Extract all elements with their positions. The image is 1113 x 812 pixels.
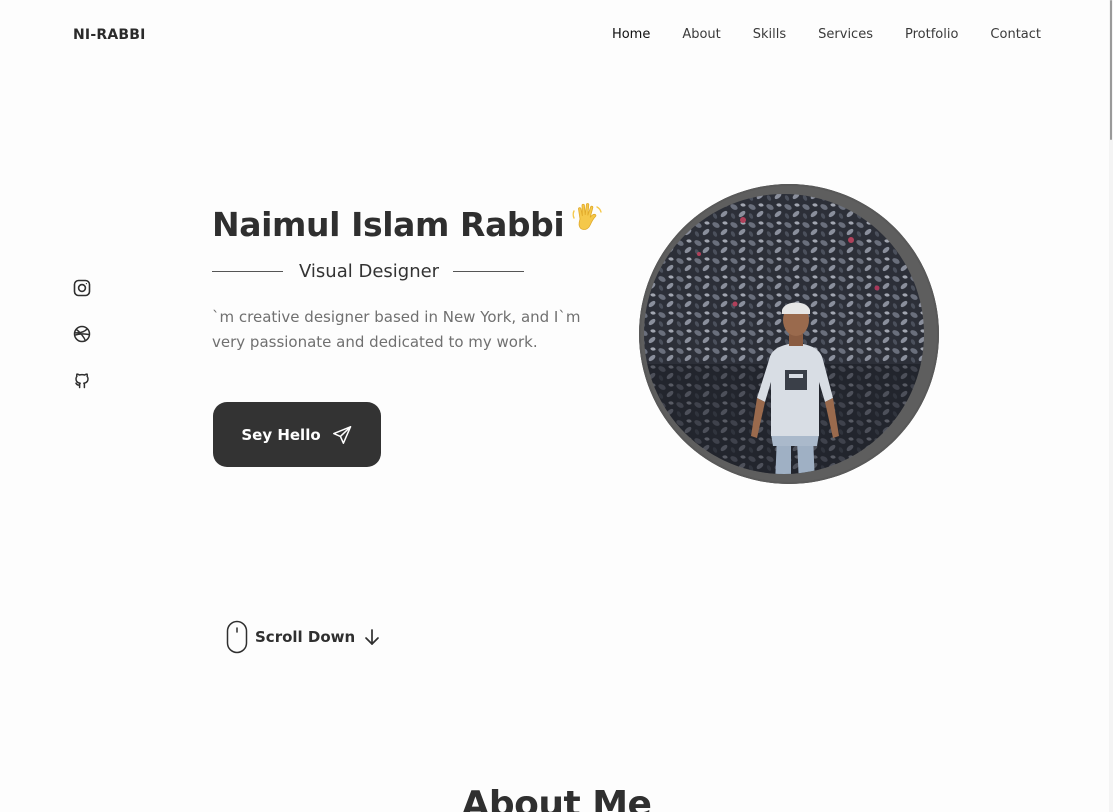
nav-home[interactable]: Home (612, 27, 650, 42)
say-hello-button[interactable]: Sey Hello (213, 402, 381, 467)
scroll-down-label: Scroll Down (255, 628, 356, 646)
main-nav: Home About Skills Services Protfolio Con… (612, 27, 1041, 42)
dribbble-icon[interactable] (72, 324, 92, 344)
about-section-title: About Me (461, 784, 652, 812)
subtitle-row: Visual Designer (212, 261, 525, 282)
scroll-down-link[interactable]: Scroll Down (226, 620, 382, 654)
site-header: NI-RABBI Home About Skills Services Prot… (0, 0, 1113, 72)
nav-services[interactable]: Services (818, 27, 873, 42)
scrollbar[interactable] (1109, 0, 1113, 812)
nav-about[interactable]: About (682, 27, 720, 42)
divider (453, 271, 525, 272)
nav-portfolio[interactable]: Protfolio (905, 27, 958, 42)
nav-skills[interactable]: Skills (753, 27, 786, 42)
page: NI-RABBI Home About Skills Services Prot… (0, 0, 1113, 812)
waving-hand-icon (570, 199, 608, 237)
divider (212, 271, 283, 272)
arrow-down-icon (362, 627, 382, 647)
social-links (72, 278, 92, 390)
avatar (639, 184, 939, 484)
say-hello-label: Sey Hello (241, 425, 321, 444)
hero-description: `m creative designer based in New York, … (212, 308, 581, 351)
hero-name: Naimul Islam Rabbi (212, 205, 565, 244)
send-icon (331, 424, 353, 446)
instagram-icon[interactable] (72, 278, 92, 298)
mouse-icon (226, 620, 248, 654)
nav-contact[interactable]: Contact (990, 27, 1041, 42)
hero-title: Naimul Islam Rabbi (212, 202, 608, 244)
logo[interactable]: NI-RABBI (73, 27, 146, 43)
github-icon[interactable] (72, 370, 92, 390)
hero-subtitle: Visual Designer (299, 261, 440, 282)
